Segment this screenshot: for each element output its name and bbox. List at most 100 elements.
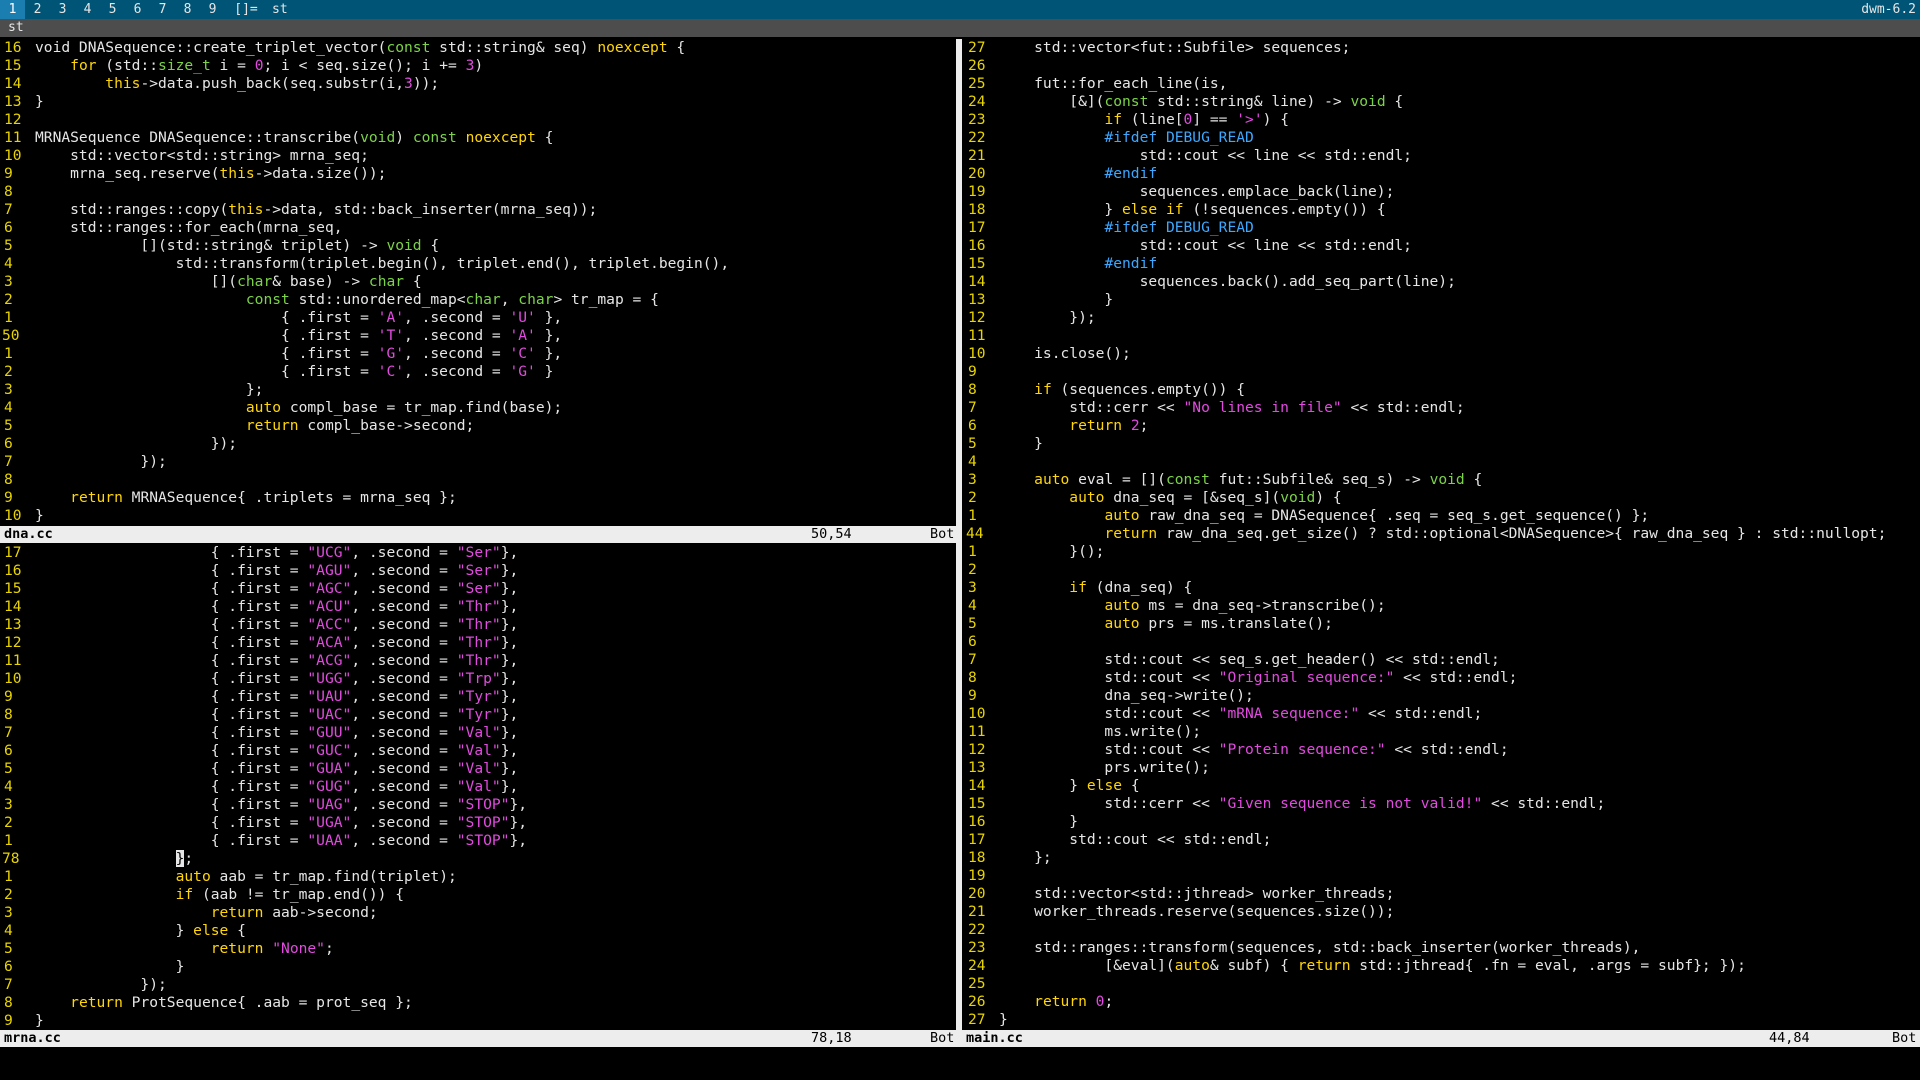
code-line[interactable]: 6 }); — [0, 435, 956, 453]
code-line[interactable]: 7 std::ranges::copy(this->data, std::bac… — [0, 201, 956, 219]
code-line[interactable]: 5 return "None"; — [0, 940, 956, 958]
code-line[interactable]: 6 { .first = "GUC", .second = "Val"}, — [0, 742, 956, 760]
code-line[interactable]: 8 if (sequences.empty()) { — [964, 381, 1920, 399]
code-line[interactable]: 5 auto prs = ms.translate(); — [964, 615, 1920, 633]
code-line[interactable]: 17 std::cout << std::endl; — [964, 831, 1920, 849]
code-line[interactable]: 12 std::cout << "Protein sequence:" << s… — [964, 741, 1920, 759]
code-line[interactable]: 3 if (dna_seq) { — [964, 579, 1920, 597]
code-line[interactable]: 10} — [0, 507, 956, 525]
code-line[interactable]: 20 #endif — [964, 165, 1920, 183]
code-line[interactable]: 22 — [964, 921, 1920, 939]
code-line[interactable]: 8 { .first = "UAC", .second = "Tyr"}, — [0, 706, 956, 724]
code-line[interactable]: 10 std::vector<std::string> mrna_seq; — [0, 147, 956, 165]
code-line[interactable]: 11 MRNASequence DNASequence::transcribe(v… — [0, 129, 956, 147]
code-line[interactable]: 23 std::ranges::transform(sequences, std… — [964, 939, 1920, 957]
code-line[interactable]: 10 std::cout << "mRNA sequence:" << std:… — [964, 705, 1920, 723]
code-line[interactable]: 15 std::cerr << "Given sequence is not v… — [964, 795, 1920, 813]
code-line[interactable]: 2 — [964, 561, 1920, 579]
code-line[interactable]: 27} — [964, 1011, 1920, 1029]
code-line[interactable]: 11 { .first = "ACG", .second = "Thr"}, — [0, 652, 956, 670]
tag-2[interactable]: 2 — [25, 0, 50, 19]
code-line[interactable]: 8 return ProtSequence{ .aab = prot_seq }… — [0, 994, 956, 1012]
code-line[interactable]: 19 — [964, 867, 1920, 885]
code-line[interactable]: 15 #endif — [964, 255, 1920, 273]
code-line[interactable]: 9 dna_seq->write(); — [964, 687, 1920, 705]
code-line[interactable]: 12 — [0, 111, 956, 129]
code-line[interactable]: 12 { .first = "ACA", .second = "Thr"}, — [0, 634, 956, 652]
code-line[interactable]: 5 return compl_base->second; — [0, 417, 956, 435]
code-line[interactable]: 3 { .first = "UAG", .second = "STOP"}, — [0, 796, 956, 814]
code-line[interactable]: 7 }); — [0, 453, 956, 471]
code-line[interactable]: 16 std::cout << line << std::endl; — [964, 237, 1920, 255]
code-line[interactable]: 1 { .first = 'A', .second = 'U' }, — [0, 309, 956, 327]
code-line[interactable]: 11 — [964, 327, 1920, 345]
code-line[interactable]: 7 { .first = "GUU", .second = "Val"}, — [0, 724, 956, 742]
tag-6[interactable]: 6 — [125, 0, 150, 19]
code-line[interactable]: 4 — [964, 453, 1920, 471]
code-line[interactable]: 14 this->data.push_back(seq.substr(i,3))… — [0, 75, 956, 93]
code-line[interactable]: 4 { .first = "GUG", .second = "Val"}, — [0, 778, 956, 796]
code-line[interactable]: 14 sequences.back().add_seq_part(line); — [964, 273, 1920, 291]
code-line[interactable]: 2 if (aab != tr_map.end()) { — [0, 886, 956, 904]
code-line[interactable]: 2 { .first = 'C', .second = 'G' } — [0, 363, 956, 381]
code-line[interactable]: 6 — [964, 633, 1920, 651]
code-line[interactable]: 9 — [964, 363, 1920, 381]
code-line[interactable]: 20 std::vector<std::jthread> worker_thre… — [964, 885, 1920, 903]
code-line[interactable]: 4 std::transform(triplet.begin(), triple… — [0, 255, 956, 273]
code-line[interactable]: 15 { .first = "AGC", .second = "Ser"}, — [0, 580, 956, 598]
code-line[interactable]: 13} — [0, 93, 956, 111]
code-line[interactable]: 8 — [0, 183, 956, 201]
code-line[interactable]: 9} — [0, 1012, 956, 1030]
code-line[interactable]: 8 std::cout << "Original sequence:" << s… — [964, 669, 1920, 687]
code-line[interactable]: 12 }); — [964, 309, 1920, 327]
code-line[interactable]: 50 { .first = 'T', .second = 'A' }, — [0, 327, 956, 345]
code-line[interactable]: 17 { .first = "UCG", .second = "Ser"}, — [0, 544, 956, 562]
code-line[interactable]: 18 } else if (!sequences.empty()) { — [964, 201, 1920, 219]
tag-7[interactable]: 7 — [150, 0, 175, 19]
code-line[interactable]: 2 { .first = "UGA", .second = "STOP"}, — [0, 814, 956, 832]
code-line[interactable]: 18 }; — [964, 849, 1920, 867]
code-line[interactable]: 16 } — [964, 813, 1920, 831]
code-line[interactable]: 5 } — [964, 435, 1920, 453]
code-line[interactable]: 17 #ifdef DEBUG_READ — [964, 219, 1920, 237]
code-line[interactable]: 19 sequences.emplace_back(line); — [964, 183, 1920, 201]
code-line[interactable]: 4 } else { — [0, 922, 956, 940]
code-line[interactable]: 16 { .first = "AGU", .second = "Ser"}, — [0, 562, 956, 580]
code-line[interactable]: 44 return raw_dna_seq.get_size() ? std::… — [964, 525, 1920, 543]
code-line[interactable]: 27 std::vector<fut::Subfile> sequences; — [964, 39, 1920, 57]
code-line[interactable]: 24 [&eval](auto& subf) { return std::jth… — [964, 957, 1920, 975]
code-line[interactable]: 4 auto compl_base = tr_map.find(base); — [0, 399, 956, 417]
layout-indicator[interactable]: []= — [232, 0, 260, 19]
code-line[interactable]: 16 void DNASequence::create_triplet_vecto… — [0, 39, 956, 57]
code-line[interactable]: 11 ms.write(); — [964, 723, 1920, 741]
tag-9[interactable]: 9 — [200, 0, 225, 19]
code-line[interactable]: 26 — [964, 57, 1920, 75]
code-line[interactable]: 7 std::cerr << "No lines in file" << std… — [964, 399, 1920, 417]
code-line[interactable]: 3 auto eval = [](const fut::Subfile& seq… — [964, 471, 1920, 489]
tag-3[interactable]: 3 — [50, 0, 75, 19]
code-line[interactable]: 25 — [964, 975, 1920, 993]
code-line[interactable]: 23 if (line[0] == '>') { — [964, 111, 1920, 129]
code-line[interactable]: 6 } — [0, 958, 956, 976]
code-line[interactable]: 9 mrna_seq.reserve(this->data.size()); — [0, 165, 956, 183]
vertical-split-separator[interactable] — [956, 39, 962, 1047]
code-line[interactable]: 9 return MRNASequence{ .triplets = mrna_… — [0, 489, 956, 507]
code-line[interactable]: 7 std::cout << seq_s.get_header() << std… — [964, 651, 1920, 669]
code-line[interactable]: 1 { .first = "UAA", .second = "STOP"}, — [0, 832, 956, 850]
code-line[interactable]: 14 { .first = "ACU", .second = "Thr"}, — [0, 598, 956, 616]
code-line[interactable]: 21 worker_threads.reserve(sequences.size… — [964, 903, 1920, 921]
code-line[interactable]: 13 { .first = "ACC", .second = "Thr"}, — [0, 616, 956, 634]
code-line[interactable]: 7 }); — [0, 976, 956, 994]
code-line[interactable]: 3 return aab->second; — [0, 904, 956, 922]
code-line[interactable]: 8 — [0, 471, 956, 489]
code-line[interactable]: 13 } — [964, 291, 1920, 309]
code-line[interactable]: 22 #ifdef DEBUG_READ — [964, 129, 1920, 147]
code-line[interactable]: 5 [](std::string& triplet) -> void { — [0, 237, 956, 255]
code-line[interactable]: 2 const std::unordered_map<char, char> t… — [0, 291, 956, 309]
code-line[interactable]: 9 { .first = "UAU", .second = "Tyr"}, — [0, 688, 956, 706]
code-line[interactable]: 5 { .first = "GUA", .second = "Val"}, — [0, 760, 956, 778]
code-line[interactable]: 3 }; — [0, 381, 956, 399]
code-line[interactable]: 13 prs.write(); — [964, 759, 1920, 777]
code-line[interactable]: 10 { .first = "UGG", .second = "Trp"}, — [0, 670, 956, 688]
editor-pane-main[interactable]: 27 std::vector<fut::Subfile> sequences; 2… — [964, 39, 1920, 1030]
